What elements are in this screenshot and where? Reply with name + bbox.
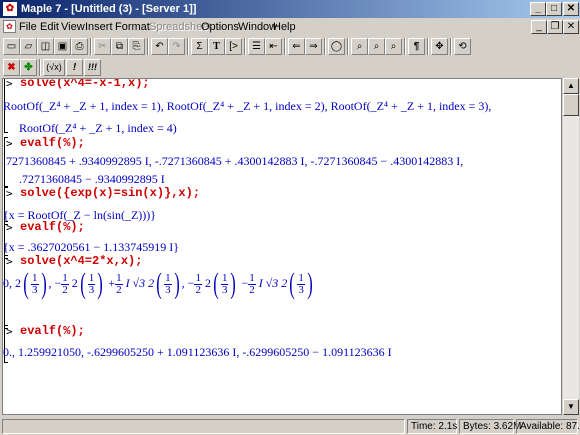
doc-restore-button[interactable]: ❐	[547, 20, 563, 34]
menu-options[interactable]: Options	[201, 18, 239, 36]
zoom-200-icon[interactable]: ⌕	[385, 38, 402, 55]
status-message	[2, 419, 405, 434]
text-icon[interactable]: T	[208, 38, 225, 55]
math-mode-button[interactable]: (√x)	[43, 59, 65, 76]
input-line-4[interactable]: evalf(%);	[20, 220, 85, 234]
execute-all-button[interactable]: !!!	[84, 59, 101, 76]
status-time: Time: 2.1s	[407, 419, 457, 434]
restart-icon[interactable]: ⟲	[454, 38, 471, 55]
toolbar-separator	[147, 38, 149, 55]
open-icon[interactable]: ▱	[20, 38, 37, 55]
scroll-up-arrow-icon[interactable]: ▲	[563, 78, 579, 94]
menu-format[interactable]: Format	[115, 18, 150, 36]
half-fraction: 12	[194, 271, 202, 296]
scroll-down-arrow-icon[interactable]: ▼	[563, 399, 579, 415]
vertical-scrollbar[interactable]: ▲ ▼	[563, 78, 579, 415]
toolbar-separator	[427, 38, 429, 55]
exponent-fraction: 13	[220, 271, 229, 296]
open-url-icon[interactable]: ◫	[37, 38, 54, 55]
doc-minimize-button[interactable]: _	[531, 20, 547, 34]
redo-icon[interactable]: ↷	[168, 38, 185, 55]
menu-view[interactable]: View	[61, 18, 85, 36]
back-icon[interactable]: ⇐	[288, 38, 305, 55]
input-line-3[interactable]: solve({exp(x)=sin(x)},x);	[20, 186, 200, 200]
half-fraction: 12	[115, 271, 123, 296]
outdent-icon[interactable]: ⇤	[265, 38, 282, 55]
toolbar-separator	[187, 38, 189, 55]
close-icon[interactable]: ✖	[3, 59, 20, 76]
sigma-icon[interactable]: Σ	[191, 38, 208, 55]
minimize-button[interactable]: _	[530, 2, 546, 16]
copy-icon[interactable]: ⧉	[111, 38, 128, 55]
menu-bar: ✿ File Edit View Insert Format Spreadshe…	[0, 18, 580, 36]
print-icon[interactable]: ⎙	[71, 38, 88, 55]
input-line-2[interactable]: evalf(%);	[20, 136, 85, 150]
input-line-1[interactable]: solve(x^4=-x-1,x);	[20, 79, 150, 90]
menu-file[interactable]: File	[19, 18, 37, 36]
output-1-line-2: RootOf(_Z⁴ + _Z + 1, index = 4)	[19, 121, 177, 135]
toolbar-separator	[284, 38, 286, 55]
maximize-button[interactable]: □	[546, 2, 562, 16]
toolbar-separator	[347, 38, 349, 55]
insert-section-icon[interactable]: ☰	[248, 38, 265, 55]
toolbar-separator	[39, 59, 41, 76]
undo-icon[interactable]: ↶	[151, 38, 168, 55]
prompt: >	[6, 221, 13, 234]
toolbar-separator	[244, 38, 246, 55]
context-toolbar: ✖ ✤ (√x) ! !!!	[0, 56, 580, 78]
menu-help[interactable]: Help	[273, 18, 296, 36]
output-6: 0., 1.259921050, -.6299605250 + 1.091123…	[3, 345, 392, 359]
menu-edit[interactable]: Edit	[40, 18, 59, 36]
input-line-5[interactable]: solve(x^4=2*x,x);	[20, 254, 142, 268]
scroll-thumb[interactable]	[563, 94, 579, 116]
exponent-fraction: 13	[297, 271, 305, 296]
output-1-line-1: RootOf(_Z⁴ + _Z + 1, index = 1), RootOf(…	[3, 99, 492, 113]
worksheet[interactable]: > solve(x^4=-x-1,x); RootOf(_Z⁴ + _Z + 1…	[2, 78, 562, 415]
prompt: >	[6, 187, 13, 200]
prompt: >	[6, 78, 13, 90]
toolbar-separator	[324, 38, 326, 55]
output-4: {x = .3627020561 − 1.133745919 I}	[3, 240, 180, 254]
exponent-fraction: 13	[164, 271, 172, 296]
forward-icon[interactable]: ⇒	[305, 38, 322, 55]
input-line-6[interactable]: evalf(%);	[20, 324, 85, 338]
cut-icon[interactable]: ✂	[94, 38, 111, 55]
output-5-zero-two: 0, 2	[3, 275, 21, 290]
status-available: Available: 87.4M	[516, 419, 580, 434]
execute-button[interactable]: !	[66, 59, 83, 76]
save-icon[interactable]: ▣	[54, 38, 71, 55]
main-toolbar: ▭ ▱ ◫ ▣ ⎙ ✂ ⧉ ⎘ ↶ ↷ Σ T [> ☰ ⇤ ⇐ ⇒ ◯ ⌕ ⌕…	[0, 35, 580, 57]
zoom-150-icon[interactable]: ⌕	[368, 38, 385, 55]
paragraph-icon[interactable]: ¶	[408, 38, 425, 55]
title-bar: ✿ Maple 7 - [Untitled (3) - [Server 1]] …	[0, 0, 580, 18]
half-fraction: 12	[248, 271, 256, 296]
window-title: Maple 7 - [Untitled (3) - [Server 1]]	[21, 3, 197, 15]
insert-prompt-icon[interactable]: [>	[225, 38, 242, 55]
output-2-line-2: .7271360845 − .9340992895 I	[19, 172, 165, 186]
zoom-100-icon[interactable]: ⌕	[351, 38, 368, 55]
status-bar: Time: 2.1s Bytes: 3.62M Available: 87.4M	[0, 417, 580, 435]
output-5: 0, 2(1 3), −1 2 2(1 3) +1 2 I √3 2(1 3), −1 2 …	[3, 267, 313, 300]
stop-icon[interactable]: ◯	[328, 38, 345, 55]
flower-icon[interactable]: ✤	[20, 59, 37, 76]
new-icon[interactable]: ▭	[3, 38, 20, 55]
menu-window[interactable]: Window	[238, 18, 277, 36]
toolbar-separator	[404, 38, 406, 55]
exponent-fraction: 13	[31, 271, 39, 296]
toolbar-separator	[90, 38, 92, 55]
paste-icon[interactable]: ⎘	[128, 38, 145, 55]
doc-close-button[interactable]: ✕	[563, 20, 579, 34]
document-icon[interactable]: ✿	[3, 20, 16, 33]
close-button[interactable]: ✕	[563, 2, 579, 16]
exponent-fraction: 13	[87, 271, 96, 296]
prompt: >	[6, 137, 13, 150]
prompt: >	[6, 325, 13, 338]
toolbar-separator	[450, 38, 452, 55]
half-fraction: 12	[61, 271, 69, 296]
maple-app-icon[interactable]: ✿	[3, 2, 17, 16]
status-bytes: Bytes: 3.62M	[459, 419, 521, 434]
menu-insert[interactable]: Insert	[85, 18, 113, 36]
output-2-line-1: .7271360845 + .9340992895 I, -.727136084…	[3, 154, 464, 168]
expand-icon[interactable]: ✥	[431, 38, 448, 55]
